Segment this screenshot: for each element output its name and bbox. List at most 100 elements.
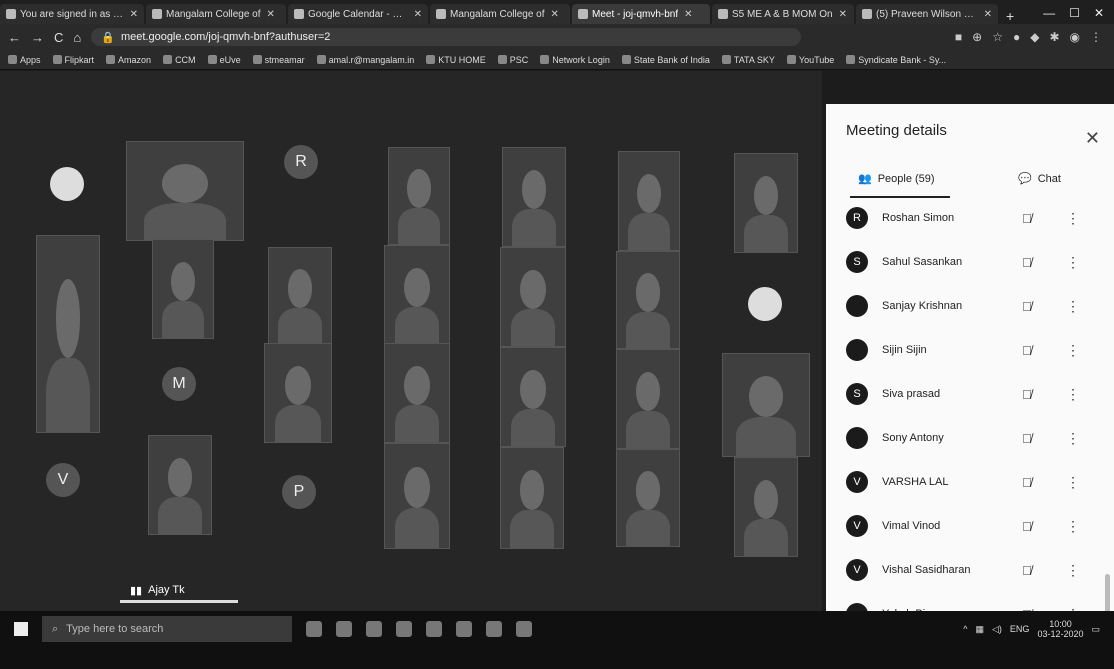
chevron-up-icon[interactable]: ^: [963, 624, 967, 634]
video-tile[interactable]: [126, 141, 244, 241]
menu-icon[interactable]: ⋮: [1090, 30, 1102, 44]
bookmark-item[interactable]: TATA SKY: [721, 55, 775, 65]
mic-off-icon[interactable]: 🎙̸: [1022, 299, 1032, 314]
browser-tab[interactable]: S5 ME A & B MOM On ✕: [712, 4, 854, 24]
browser-tab[interactable]: Google Calendar - Thu ✕: [288, 4, 428, 24]
video-tile[interactable]: [384, 343, 450, 443]
windows-start-icon[interactable]: [14, 622, 28, 636]
participant-row[interactable]: V VARSHA LAL 🎙̸ ⋮: [826, 460, 1114, 504]
edge-icon[interactable]: [336, 621, 352, 637]
video-tile[interactable]: [388, 147, 450, 245]
bookmark-item[interactable]: PSC: [497, 55, 528, 65]
taskbar-clock[interactable]: 10:00 03-12-2020: [1037, 619, 1083, 639]
video-tile[interactable]: [500, 447, 564, 549]
bookmark-item[interactable]: State Bank of India: [621, 55, 710, 65]
zoom-icon[interactable]: ⊕: [972, 30, 982, 44]
mic-off-icon[interactable]: 🎙̸: [1022, 255, 1032, 270]
more-options-icon[interactable]: ⋮: [1066, 562, 1080, 579]
minimize-icon[interactable]: —: [1043, 6, 1055, 20]
task-view-icon[interactable]: [306, 621, 322, 637]
browser-tab[interactable]: Mangalam College of ✕: [430, 4, 570, 24]
profile-icon[interactable]: ◉: [1070, 30, 1080, 44]
participant-row[interactable]: S Sahul Sasankan 🎙̸ ⋮: [826, 240, 1114, 284]
mic-off-icon[interactable]: 🎙̸: [1022, 343, 1032, 358]
tab-chat[interactable]: 💬 Chat: [1018, 172, 1061, 186]
participant-row[interactable]: V Vishal Sasidharan 🎙̸ ⋮: [826, 548, 1114, 592]
more-options-icon[interactable]: ⋮: [1066, 430, 1080, 447]
video-tile[interactable]: [618, 151, 680, 251]
bookmark-item[interactable]: KTU HOME: [426, 55, 486, 65]
video-tile[interactable]: [384, 443, 450, 549]
mic-off-icon[interactable]: 🎙̸: [1022, 563, 1032, 578]
more-options-icon[interactable]: ⋮: [1066, 518, 1080, 535]
participant-row[interactable]: Sanjay Krishnan 🎙̸ ⋮: [826, 284, 1114, 328]
browser-tab[interactable]: You are signed in as an ✕: [0, 4, 144, 24]
star-icon[interactable]: ☆: [992, 30, 1003, 44]
more-options-icon[interactable]: ⋮: [1066, 254, 1080, 271]
tab-people[interactable]: 👥 People (59): [858, 172, 935, 186]
photos-icon[interactable]: [366, 621, 382, 637]
mic-off-icon[interactable]: 🎙̸: [1022, 387, 1032, 402]
puzzle-icon[interactable]: ✱: [1049, 30, 1059, 44]
participant-row[interactable]: R Roshan Simon 🎙̸ ⋮: [826, 196, 1114, 240]
mic-off-icon[interactable]: 🎙̸: [1022, 431, 1032, 446]
bookmark-item[interactable]: stmeamar: [252, 55, 305, 65]
bookmark-item[interactable]: CCM: [163, 55, 196, 65]
close-icon[interactable]: ✕: [130, 9, 138, 20]
close-icon[interactable]: ✕: [267, 9, 275, 20]
browser-tab[interactable]: (5) Praveen Wilson Pro ✕: [856, 4, 998, 24]
close-icon[interactable]: ✕: [1085, 128, 1100, 149]
more-options-icon[interactable]: ⋮: [1066, 386, 1080, 403]
more-options-icon[interactable]: ⋮: [1066, 210, 1080, 227]
close-icon[interactable]: ✕: [984, 9, 992, 20]
close-window-icon[interactable]: ✕: [1094, 6, 1104, 20]
back-icon[interactable]: ←: [8, 30, 21, 45]
video-tile[interactable]: [722, 353, 810, 457]
participant-row[interactable]: S Siva prasad 🎙̸ ⋮: [826, 372, 1114, 416]
video-tile[interactable]: [616, 349, 680, 449]
participant-row[interactable]: Sony Antony 🎙̸ ⋮: [826, 416, 1114, 460]
camera-icon[interactable]: ■: [955, 30, 962, 44]
url-field[interactable]: 🔒 meet.google.com/joj-qmvh-bnf?authuser=…: [91, 28, 802, 46]
maximize-icon[interactable]: ☐: [1069, 6, 1080, 20]
language-indicator[interactable]: ENG: [1010, 624, 1030, 634]
participant-logo-avatar[interactable]: [50, 167, 84, 201]
extension-icon[interactable]: ●: [1013, 30, 1020, 44]
participant-avatar[interactable]: V: [46, 463, 80, 497]
bookmark-item[interactable]: eUve: [207, 55, 241, 65]
mic-off-icon[interactable]: 🎙̸: [1022, 519, 1032, 534]
video-tile[interactable]: [616, 449, 680, 547]
video-tile[interactable]: [616, 251, 680, 349]
video-tile[interactable]: [500, 347, 566, 447]
close-icon[interactable]: ✕: [684, 9, 692, 20]
app-icon[interactable]: [516, 621, 532, 637]
bookmark-item[interactable]: Apps: [8, 55, 41, 65]
store-icon[interactable]: [396, 621, 412, 637]
close-icon[interactable]: ✕: [551, 9, 559, 20]
new-tab-button[interactable]: +: [1000, 8, 1020, 24]
network-icon[interactable]: ▦: [975, 624, 984, 635]
video-tile[interactable]: [36, 235, 100, 433]
participant-avatar[interactable]: P: [282, 475, 316, 509]
bookmark-item[interactable]: amal.r@mangalam.in: [316, 55, 414, 65]
bookmark-item[interactable]: Flipkart: [52, 55, 94, 65]
participant-logo-avatar[interactable]: [748, 287, 782, 321]
more-options-icon[interactable]: ⋮: [1066, 342, 1080, 359]
video-tile[interactable]: [264, 343, 332, 443]
bookmark-item[interactable]: YouTube: [786, 55, 834, 65]
bookmark-item[interactable]: Network Login: [540, 55, 610, 65]
browser-tab-active[interactable]: Meet - joj-qmvh-bnf ✕: [572, 4, 710, 24]
video-tile[interactable]: [734, 153, 798, 253]
video-tile[interactable]: [148, 435, 212, 535]
mic-off-icon[interactable]: 🎙̸: [1022, 475, 1032, 490]
bookmark-item[interactable]: Amazon: [106, 55, 151, 65]
bookmark-item[interactable]: Syndicate Bank - Sy...: [846, 55, 946, 65]
more-options-icon[interactable]: ⋮: [1066, 474, 1080, 491]
close-icon[interactable]: ✕: [839, 9, 847, 20]
video-tile[interactable]: [502, 147, 566, 247]
participant-avatar[interactable]: M: [162, 367, 196, 401]
home-icon[interactable]: ⌂: [73, 30, 81, 45]
video-tile[interactable]: [152, 239, 214, 339]
taskbar-search-box[interactable]: ⌕ Type here to search: [42, 616, 292, 642]
participant-row[interactable]: Sijin Sijin 🎙̸ ⋮: [826, 328, 1114, 372]
